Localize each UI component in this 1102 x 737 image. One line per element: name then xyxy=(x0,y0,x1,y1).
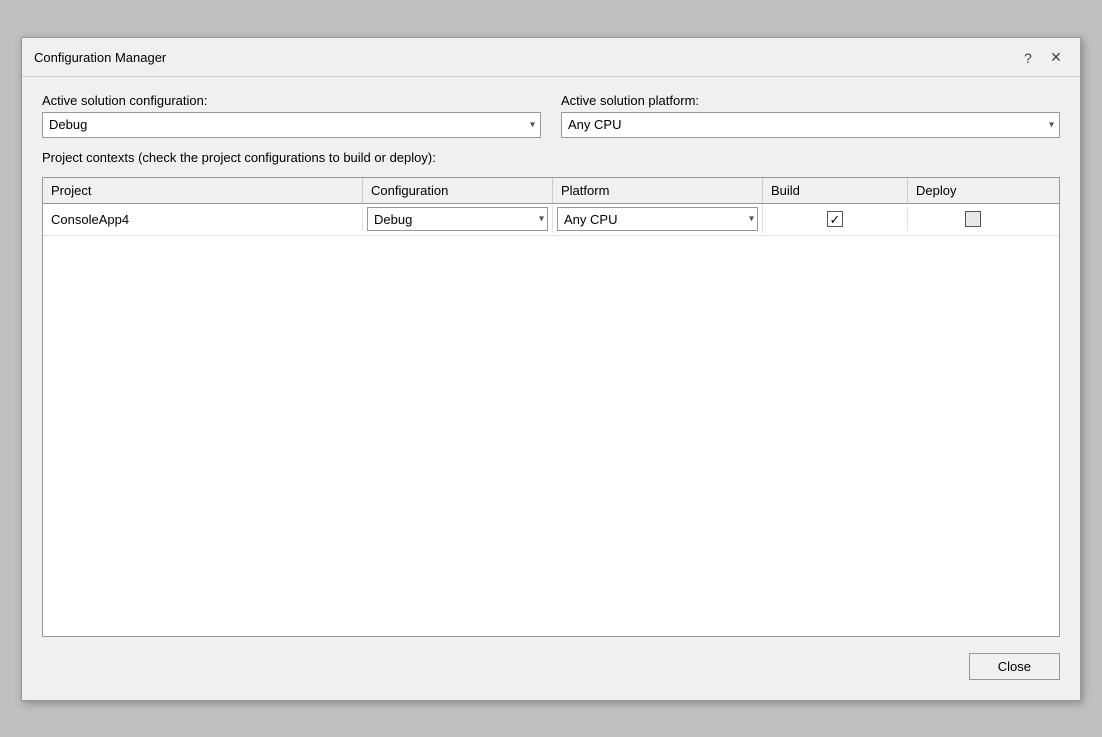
cell-deploy-checkbox xyxy=(908,207,1038,231)
cell-build-checkbox xyxy=(763,207,908,231)
table-row: ConsoleApp4 Debug Release ▾ Any CPU xyxy=(43,204,1059,236)
build-checkbox[interactable] xyxy=(827,211,843,227)
dialog-body: Active solution configuration: Debug Rel… xyxy=(22,77,1080,700)
cell-project-name: ConsoleApp4 xyxy=(43,208,363,231)
top-dropdowns-row: Active solution configuration: Debug Rel… xyxy=(42,93,1060,138)
row-configuration-wrapper: Debug Release ▾ xyxy=(367,207,548,231)
configuration-manager-dialog: Configuration Manager ? ✕ Active solutio… xyxy=(21,37,1081,701)
cell-configuration: Debug Release ▾ xyxy=(363,205,553,233)
title-bar: Configuration Manager ? ✕ xyxy=(22,38,1080,77)
col-header-platform: Platform xyxy=(553,178,763,203)
solution-platform-select-wrapper: Any CPU x86 x64 ▾ xyxy=(561,112,1060,138)
row-platform-wrapper: Any CPU x86 x64 ▾ xyxy=(557,207,758,231)
row-platform-select[interactable]: Any CPU x86 x64 xyxy=(557,207,758,231)
table-header: Project Configuration Platform Build Dep… xyxy=(43,178,1059,204)
close-button[interactable]: Close xyxy=(969,653,1060,680)
close-title-button[interactable]: ✕ xyxy=(1044,46,1068,70)
col-header-configuration: Configuration xyxy=(363,178,553,203)
help-button[interactable]: ? xyxy=(1016,46,1040,70)
solution-configuration-select-wrapper: Debug Release ▾ xyxy=(42,112,541,138)
solution-platform-select[interactable]: Any CPU x86 x64 xyxy=(561,112,1060,138)
solution-configuration-group: Active solution configuration: Debug Rel… xyxy=(42,93,541,138)
solution-configuration-select[interactable]: Debug Release xyxy=(42,112,541,138)
cell-platform: Any CPU x86 x64 ▾ xyxy=(553,205,763,233)
solution-platform-group: Active solution platform: Any CPU x86 x6… xyxy=(561,93,1060,138)
col-header-deploy: Deploy xyxy=(908,178,1038,203)
title-bar-buttons: ? ✕ xyxy=(1016,46,1068,70)
footer-row: Close xyxy=(42,649,1060,684)
col-header-project: Project xyxy=(43,178,363,203)
col-header-build: Build xyxy=(763,178,908,203)
solution-platform-label: Active solution platform: xyxy=(561,93,1060,108)
project-contexts-label: Project contexts (check the project conf… xyxy=(42,150,1060,165)
project-contexts-table: Project Configuration Platform Build Dep… xyxy=(42,177,1060,637)
row-configuration-select[interactable]: Debug Release xyxy=(367,207,548,231)
deploy-checkbox[interactable] xyxy=(965,211,981,227)
solution-configuration-label: Active solution configuration: xyxy=(42,93,541,108)
dialog-title: Configuration Manager xyxy=(34,50,166,65)
